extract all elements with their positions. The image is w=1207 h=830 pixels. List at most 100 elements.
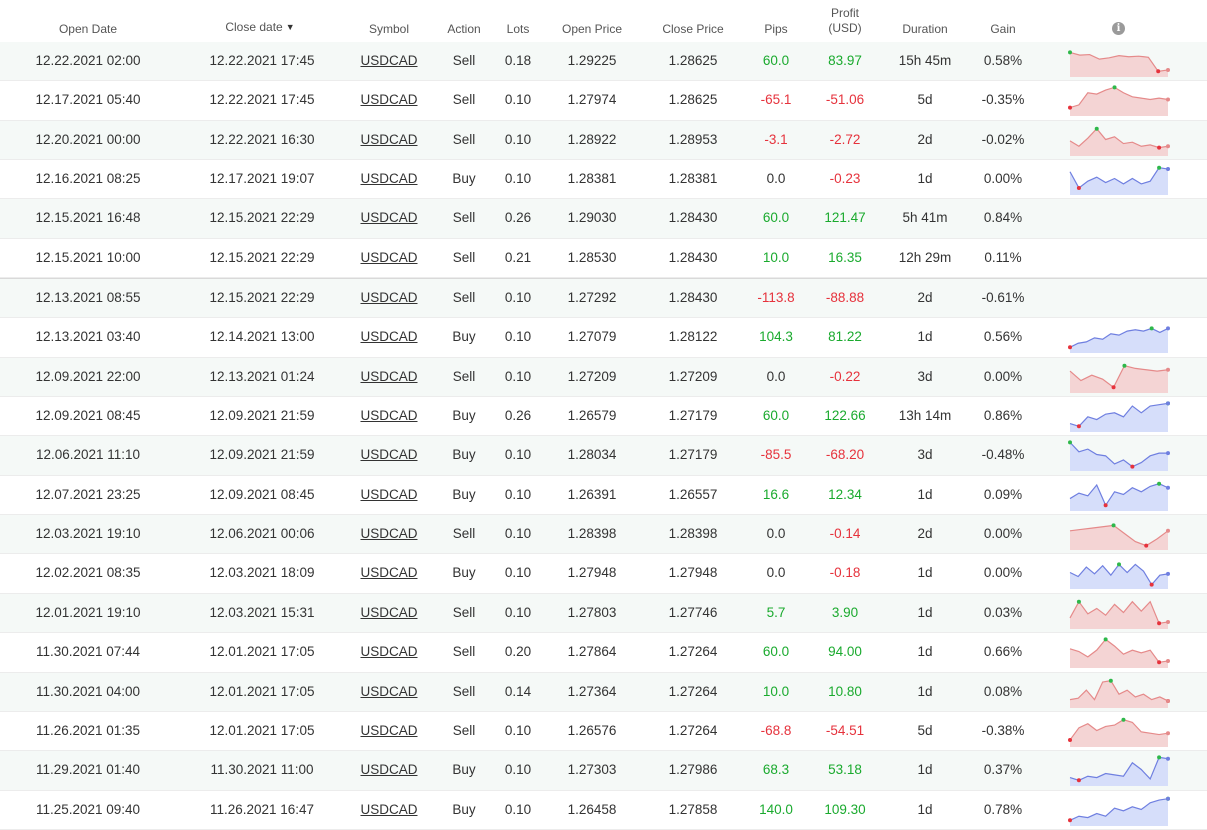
symbol-link-value[interactable]: USDCAD (360, 487, 417, 502)
symbol-link[interactable]: USDCAD (359, 791, 419, 829)
symbol-link-value[interactable]: USDCAD (360, 171, 417, 186)
col-action-label: Action (447, 22, 481, 36)
lots-cell: 0.14 (498, 673, 538, 711)
table-row[interactable]: 12.15.2021 10:00 12.15.2021 22:29 USDCAD Se… (0, 238, 1207, 279)
table-row[interactable]: 12.01.2021 19:10 12.03.2021 15:31 USDCAD Se… (0, 593, 1207, 634)
duration-cell: 1d (885, 476, 965, 514)
symbol-link-value[interactable]: USDCAD (360, 802, 417, 817)
col-duration[interactable]: Duration (890, 22, 960, 37)
open-date-cell: 12.01.2021 19:10 (28, 594, 148, 632)
col-symbol[interactable]: Symbol (359, 22, 419, 37)
table-row[interactable]: 12.02.2021 08:35 12.03.2021 18:09 USDCAD Bu… (0, 554, 1207, 594)
profit-cell: 109.30 (815, 791, 875, 829)
table-row[interactable]: 11.26.2021 01:35 12.01.2021 17:05 USDCAD Se… (0, 711, 1207, 752)
symbol-link[interactable]: USDCAD (359, 436, 419, 474)
symbol-link-value[interactable]: USDCAD (360, 762, 417, 777)
col-close-date[interactable]: Close date ▼ (205, 20, 315, 35)
table-row[interactable]: 12.06.2021 11:10 12.09.2021 21:59 USDCAD Bu… (0, 436, 1207, 476)
table-row[interactable]: 11.25.2021 09:40 11.26.2021 16:47 USDCAD Bu… (0, 790, 1207, 830)
symbol-link[interactable]: USDCAD (359, 633, 419, 671)
profit-cell: -68.20 (815, 436, 875, 474)
gain-cell: 0.00% (977, 554, 1029, 592)
info-icon[interactable]: i (1112, 22, 1125, 35)
symbol-link[interactable]: USDCAD (359, 554, 419, 592)
sparkline-end-marker (1166, 143, 1170, 148)
symbol-link-value[interactable]: USDCAD (360, 447, 417, 462)
symbol-link-value[interactable]: USDCAD (360, 526, 417, 541)
col-pips[interactable]: Pips (751, 22, 801, 37)
profit-cell: 94.00 (815, 633, 875, 671)
table-row[interactable]: 11.29.2021 01:40 11.30.2021 11:00 USDCAD Bu… (0, 751, 1207, 791)
symbol-link-value[interactable]: USDCAD (360, 408, 417, 423)
sparkline-end-marker (1166, 659, 1170, 664)
symbol-link-value[interactable]: USDCAD (360, 565, 417, 580)
table-row[interactable]: 12.03.2021 19:10 12.06.2021 00:06 USDCAD Se… (0, 515, 1207, 555)
table-row[interactable]: 12.22.2021 02:00 12.22.2021 17:45 USDCAD Se… (0, 42, 1207, 82)
open-price-cell: 1.26579 (551, 397, 633, 435)
sparkline-low-marker (1076, 778, 1081, 783)
symbol-link[interactable]: USDCAD (359, 358, 419, 396)
table-row[interactable]: 11.30.2021 04:00 12.01.2021 17:05 USDCAD Se… (0, 672, 1207, 712)
table-row[interactable]: 12.07.2021 23:25 12.09.2021 08:45 USDCAD Bu… (0, 475, 1207, 516)
open-date-cell-value: 11.30.2021 07:44 (35, 644, 141, 660)
col-open-price[interactable]: Open Price (551, 22, 633, 37)
symbol-link-value[interactable]: USDCAD (360, 684, 417, 699)
table-row[interactable]: 12.20.2021 00:00 12.22.2021 16:30 USDCAD Se… (0, 120, 1207, 161)
table-row[interactable]: 12.17.2021 05:40 12.22.2021 17:45 USDCAD Se… (0, 81, 1207, 121)
symbol-link[interactable]: USDCAD (359, 594, 419, 632)
table-row[interactable]: 12.13.2021 03:40 12.14.2021 13:00 USDCAD Bu… (0, 318, 1207, 358)
trade-sparkline (1069, 755, 1170, 787)
symbol-link-value[interactable]: USDCAD (360, 605, 417, 620)
symbol-link-value[interactable]: USDCAD (360, 250, 417, 265)
symbol-link-value[interactable]: USDCAD (360, 92, 417, 107)
symbol-link[interactable]: USDCAD (359, 397, 419, 435)
symbol-link-value[interactable]: USDCAD (360, 723, 417, 738)
col-action[interactable]: Action (439, 22, 489, 37)
symbol-link[interactable]: USDCAD (359, 279, 419, 317)
table-row[interactable]: 11.30.2021 07:44 12.01.2021 17:05 USDCAD Se… (0, 633, 1207, 673)
symbol-link-value[interactable]: USDCAD (360, 210, 417, 225)
table-row[interactable]: 12.16.2021 08:25 12.17.2021 19:07 USDCAD Bu… (0, 160, 1207, 200)
action-cell-value: Buy (452, 447, 476, 463)
symbol-link[interactable]: USDCAD (359, 239, 419, 277)
col-close-price[interactable]: Close Price (650, 22, 736, 37)
col-gain[interactable]: Gain (977, 22, 1029, 37)
symbol-link[interactable]: USDCAD (359, 81, 419, 119)
lots-cell-value: 0.10 (504, 171, 532, 187)
table-row[interactable]: 12.15.2021 16:48 12.15.2021 22:29 USDCAD Se… (0, 199, 1207, 239)
symbol-link-value[interactable]: USDCAD (360, 132, 417, 147)
gain-cell: -0.35% (977, 81, 1029, 119)
col-lots[interactable]: Lots (498, 22, 538, 37)
symbol-link-value[interactable]: USDCAD (360, 644, 417, 659)
symbol-link-value[interactable]: USDCAD (360, 329, 417, 344)
symbol-link[interactable]: USDCAD (359, 712, 419, 750)
symbol-link[interactable]: USDCAD (359, 42, 419, 80)
table-row[interactable]: 12.13.2021 08:55 12.15.2021 22:29 USDCAD Se… (0, 278, 1207, 319)
symbol-link[interactable]: USDCAD (359, 751, 419, 789)
symbol-link[interactable]: USDCAD (359, 199, 419, 237)
sparkline-end-marker (1166, 485, 1170, 490)
trade-sparkline (1069, 678, 1170, 708)
lots-cell-value: 0.10 (504, 486, 532, 502)
pips-cell: 5.7 (751, 594, 801, 632)
open-price-cell-value: 1.28381 (567, 171, 617, 187)
lots-cell-value: 0.10 (504, 604, 532, 620)
symbol-link-value[interactable]: USDCAD (360, 290, 417, 305)
action-cell-value: Buy (452, 565, 476, 581)
symbol-link[interactable]: USDCAD (359, 160, 419, 198)
close-price-cell-value: 1.27179 (668, 447, 718, 463)
symbol-link[interactable]: USDCAD (359, 121, 419, 159)
col-open-date[interactable]: Open Date (48, 22, 128, 37)
symbol-link[interactable]: USDCAD (359, 318, 419, 356)
symbol-link-value[interactable]: USDCAD (360, 53, 417, 68)
table-row[interactable]: 12.09.2021 22:00 12.13.2021 01:24 USDCAD Se… (0, 357, 1207, 398)
symbol-link[interactable]: USDCAD (359, 476, 419, 514)
table-row[interactable]: 12.09.2021 08:45 12.09.2021 21:59 USDCAD Bu… (0, 397, 1207, 437)
close-price-cell: 1.27858 (650, 791, 736, 829)
symbol-link-value[interactable]: USDCAD (360, 369, 417, 384)
symbol-link[interactable]: USDCAD (359, 515, 419, 553)
symbol-link[interactable]: USDCAD (359, 673, 419, 711)
profit-cell-value: -2.72 (829, 131, 861, 147)
close-date-cell-value: 12.22.2021 17:45 (209, 92, 315, 108)
col-profit[interactable]: Profit (USD) (815, 6, 875, 36)
